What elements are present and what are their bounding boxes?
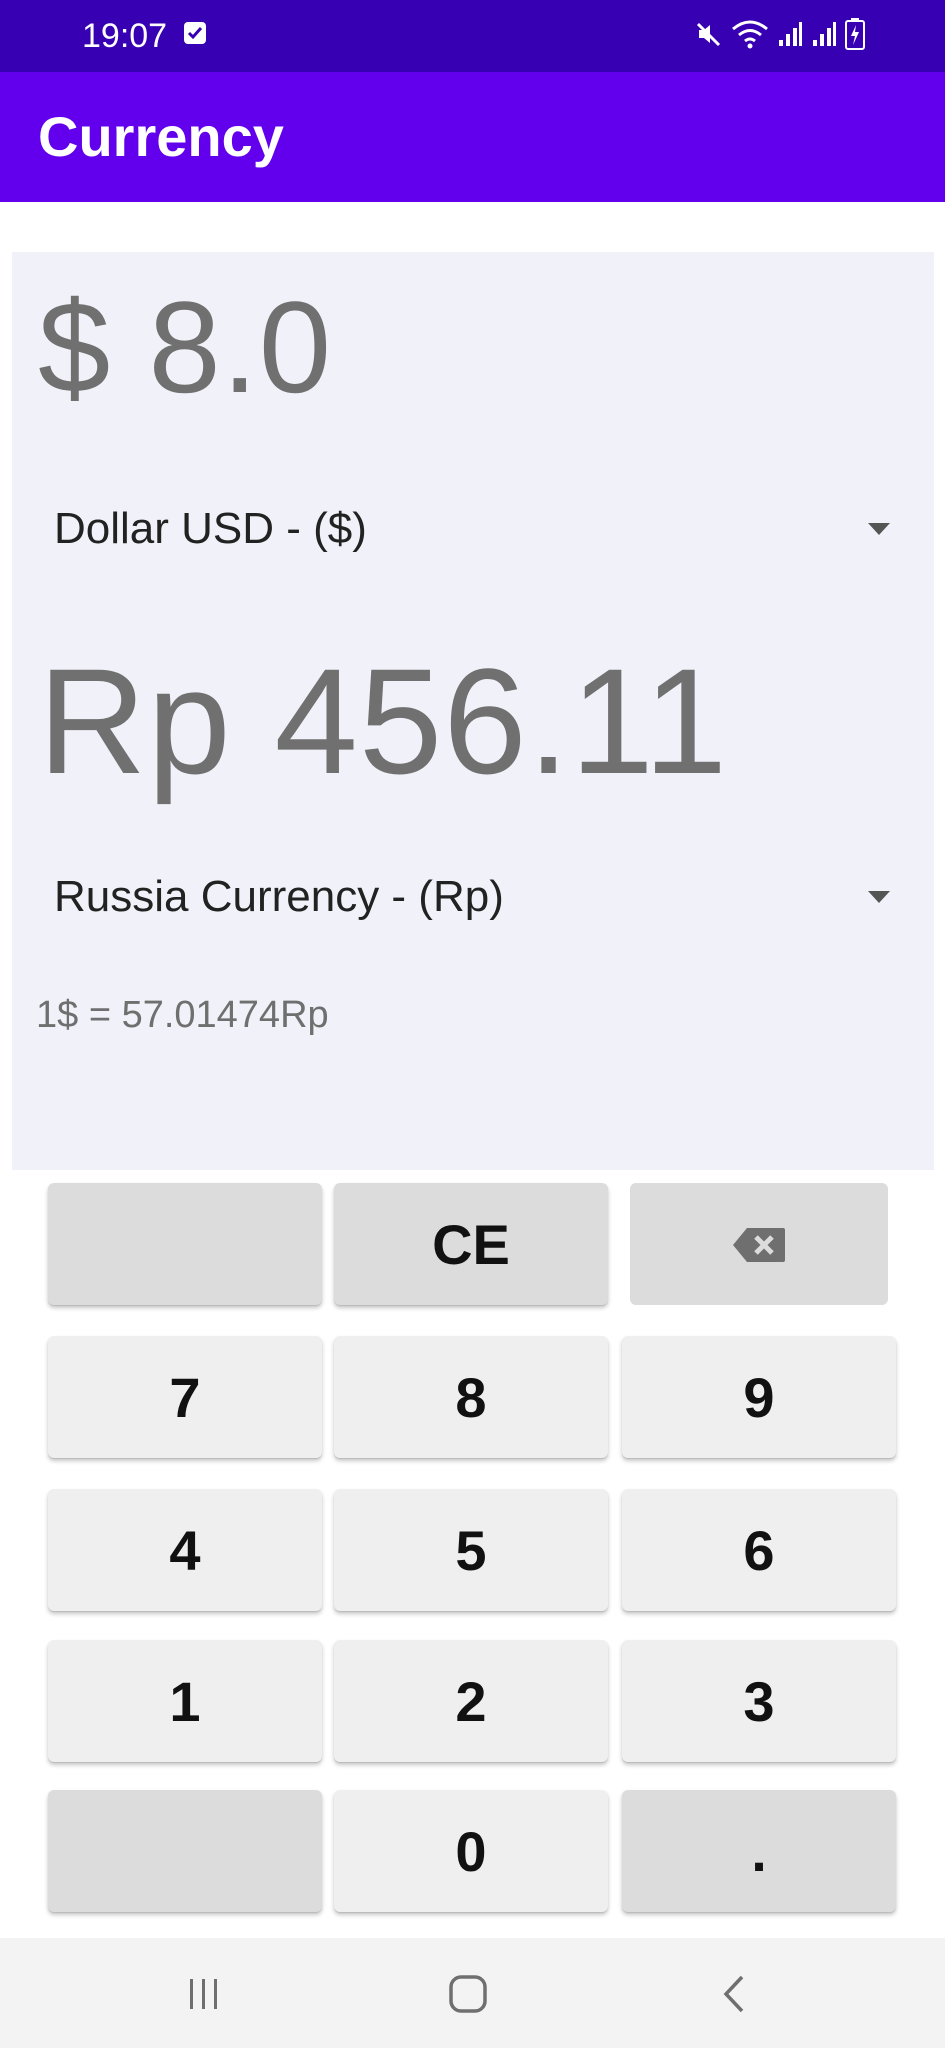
decimal-point-key[interactable]: . [622,1790,896,1912]
back-icon[interactable] [704,1972,764,2016]
status-bar: 19:07 [0,0,945,72]
clear-entry-key[interactable]: CE [334,1183,608,1305]
app-bar: Currency [0,72,945,202]
from-amount-display: $ 8.0 [38,274,333,420]
blank-key[interactable] [48,1183,322,1305]
digit-9-key[interactable]: 9 [622,1336,896,1458]
backspace-key[interactable] [630,1183,888,1305]
checkbox-notification-icon [184,22,206,44]
blank-key[interactable] [48,1790,322,1912]
digit-1-key[interactable]: 1 [48,1640,322,1762]
home-icon[interactable] [438,1972,498,2016]
digit-7-key[interactable]: 7 [48,1336,322,1458]
digit-4-key[interactable]: 4 [48,1489,322,1611]
digit-8-key[interactable]: 8 [334,1336,608,1458]
app-title: Currency [38,105,284,168]
signal-icon [777,20,803,53]
mute-icon [695,20,723,53]
digit-5-key[interactable]: 5 [334,1489,608,1611]
digit-0-key[interactable]: 0 [334,1790,608,1912]
wifi-icon [731,19,769,54]
digit-6-key[interactable]: 6 [622,1489,896,1611]
status-icons [695,17,865,55]
digit-3-key[interactable]: 3 [622,1640,896,1762]
exchange-rate-text: 1$ = 57.01474Rp [36,994,329,1036]
dropdown-arrow-icon [868,891,890,903]
navigation-bar [0,1938,945,2048]
converter-panel: $ 8.0 Dollar USD - ($) Rp 456.11 Russia … [12,252,934,1170]
dropdown-arrow-icon [868,523,890,535]
recent-apps-icon[interactable] [174,1972,234,2016]
signal-icon [811,20,837,53]
from-currency-label: Dollar USD - ($) [54,504,367,553]
backspace-icon [731,1212,787,1277]
digit-2-key[interactable]: 2 [334,1640,608,1762]
battery-charging-icon [845,17,865,55]
status-time: 19:07 [82,17,168,55]
to-amount-display: Rp 456.11 [38,637,729,805]
to-currency-label: Russia Currency - (Rp) [54,872,504,921]
from-currency-dropdown[interactable]: Dollar USD - ($) [12,484,934,574]
to-currency-dropdown[interactable]: Russia Currency - (Rp) [12,852,934,942]
